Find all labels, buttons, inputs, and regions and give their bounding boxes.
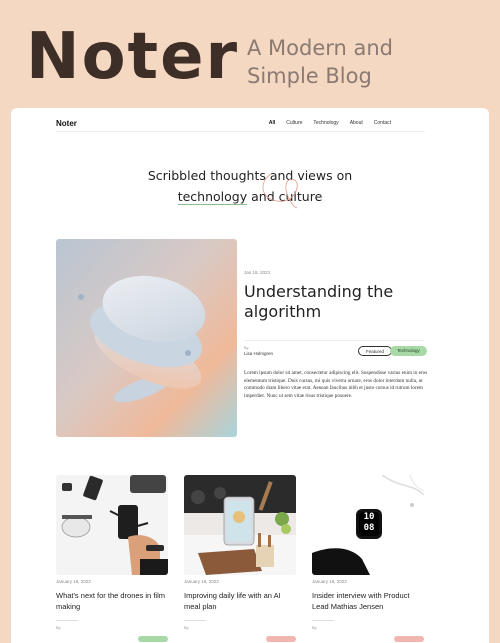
- tag-technology[interactable]: Technology: [390, 346, 427, 356]
- top-nav: Noter All Culture Technology About Conta…: [56, 118, 425, 132]
- intro-line-2: technology and culture: [11, 186, 489, 207]
- featured-author[interactable]: Lisa Holmgren: [244, 351, 273, 356]
- featured-date: Jan 18, 2023: [244, 270, 271, 275]
- nav-link-contact[interactable]: Contact: [374, 120, 391, 126]
- nav-link-technology[interactable]: Technology: [313, 120, 338, 126]
- post-by-label: By: [56, 625, 61, 630]
- tag-featured[interactable]: Featured: [358, 346, 393, 356]
- nav-link-all[interactable]: All: [269, 120, 275, 126]
- intro-word-technology: technology: [177, 189, 248, 205]
- post-tag[interactable]: [266, 636, 296, 642]
- post-date: January 18, 2022: [56, 579, 91, 584]
- nav-link-about[interactable]: About: [350, 120, 363, 126]
- post-date: January 18, 2022: [184, 579, 219, 584]
- post-image-drone[interactable]: [56, 475, 168, 575]
- featured-title[interactable]: Understanding the algorithm: [244, 282, 434, 322]
- intro-line-1: Scribbled thoughts and views on: [147, 168, 353, 183]
- abstract-shapes-image: [56, 239, 237, 437]
- featured-post-image[interactable]: [56, 239, 237, 437]
- post-title[interactable]: Improving daily life with an AI meal pla…: [184, 590, 294, 612]
- post-title[interactable]: What's next for the drones in film makin…: [56, 590, 166, 612]
- drone-photo-image: [56, 475, 168, 575]
- post-tag[interactable]: [394, 636, 424, 642]
- post-by-label: By: [184, 625, 189, 630]
- post-divider: [184, 620, 206, 621]
- post-card[interactable]: January 18, 2022 Improving daily life wi…: [184, 475, 296, 642]
- featured-excerpt: Lorem ipsum dolor sit amet, consectetur …: [244, 370, 428, 399]
- kitchen-photo-image: [184, 475, 296, 575]
- blog-preview-card: Noter All Culture Technology About Conta…: [11, 108, 489, 643]
- post-card[interactable]: 10 08 January 18, 2022 Insider interview…: [312, 475, 424, 642]
- scribble-swirl-icon: [262, 173, 298, 209]
- nav-links: All Culture Technology About Contact: [269, 120, 391, 126]
- hero-tagline: A Modern and Simple Blog: [247, 36, 394, 88]
- nav-logo[interactable]: Noter: [56, 119, 77, 128]
- featured-divider: [244, 340, 424, 341]
- post-image-watch[interactable]: 10 08: [312, 475, 424, 575]
- post-divider: [56, 620, 78, 621]
- watch-time-bottom: 08: [363, 523, 375, 533]
- nav-link-culture[interactable]: Culture: [286, 120, 302, 126]
- watch-time-top: 10: [363, 512, 375, 522]
- post-divider: [312, 620, 334, 621]
- post-tag[interactable]: [138, 636, 168, 642]
- intro-heading: Scribbled thoughts and views on technolo…: [11, 165, 489, 207]
- post-card[interactable]: January 18, 2022 What's next for the dro…: [56, 475, 168, 642]
- watch-time-display: 10 08: [359, 512, 379, 536]
- post-title[interactable]: Insider interview with Product Lead Math…: [312, 590, 422, 612]
- post-image-kitchen[interactable]: [184, 475, 296, 575]
- post-by-label: By: [312, 625, 317, 630]
- post-date: January 18, 2022: [312, 579, 347, 584]
- featured-by-label: By: [244, 345, 249, 350]
- hero-brand-title: Noter: [26, 20, 240, 94]
